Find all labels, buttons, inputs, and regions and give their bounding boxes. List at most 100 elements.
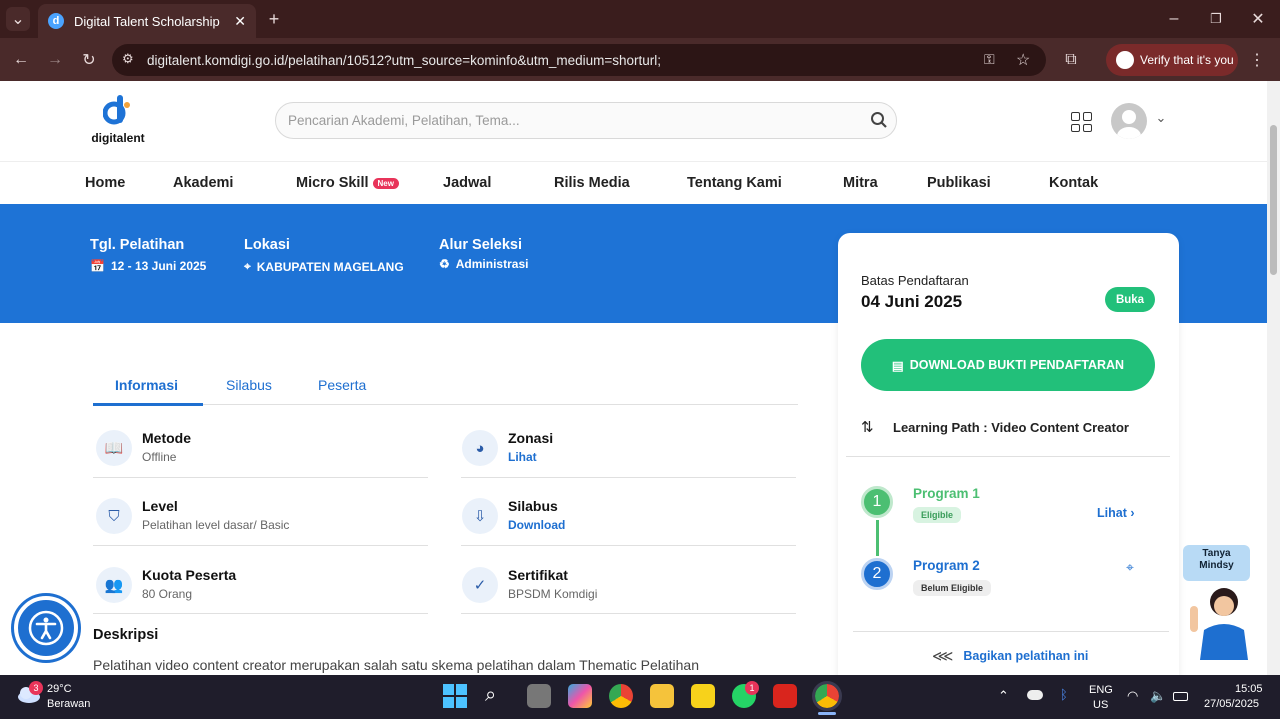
level-title: Level <box>142 498 178 514</box>
weather-temp[interactable]: 29°C <box>47 683 72 695</box>
chevron-down-icon[interactable]: ⌄ <box>1153 110 1169 126</box>
tab-informasi[interactable]: Informasi <box>115 377 178 393</box>
globe-icon: ◕ <box>462 430 498 466</box>
tab-peserta[interactable]: Peserta <box>318 377 366 393</box>
mindsy-mascot[interactable] <box>1186 582 1250 660</box>
minimize-icon[interactable]: – <box>1164 9 1184 29</box>
nav-home[interactable]: Home <box>85 175 125 191</box>
extensions-icon[interactable]: ⧉ <box>1060 49 1082 71</box>
site-logo[interactable]: digitalent <box>88 95 148 149</box>
accessibility-button[interactable] <box>14 596 78 660</box>
reload-icon[interactable]: ↻ <box>78 49 100 71</box>
divider <box>93 613 428 614</box>
nav-micro-skill[interactable]: Micro Skill New <box>296 175 399 191</box>
onedrive-cloud-icon[interactable] <box>1027 690 1043 700</box>
volume-icon[interactable]: 🔈 <box>1150 688 1166 704</box>
whatsapp-badge: 1 <box>745 681 759 695</box>
battery-icon[interactable] <box>1173 692 1188 701</box>
info-sertifikat: ✓ Sertifikat BPSDM Komdigi <box>462 567 597 603</box>
taskbar-search-icon[interactable]: ⌕ <box>485 684 509 708</box>
program-2-badge: Belum Eligible <box>913 580 992 596</box>
nav-micro-skill-label: Micro Skill <box>296 175 369 191</box>
training-date-label: Tgl. Pelatihan <box>90 237 185 253</box>
user-avatar[interactable] <box>1111 103 1147 139</box>
wifi-icon[interactable]: ◠ <box>1127 688 1138 704</box>
bluetooth-icon[interactable]: ᛒ <box>1060 687 1068 702</box>
share-icon: ⋘ <box>932 648 954 665</box>
active-app-indicator <box>818 712 836 715</box>
copilot-icon[interactable] <box>568 684 592 708</box>
windows-start-icon[interactable] <box>443 684 467 708</box>
show-hidden-icons[interactable]: ⌃ <box>998 688 1009 704</box>
search-icon[interactable] <box>870 111 888 132</box>
main-nav: Home Akademi Micro Skill New Jadwal Rilis… <box>0 161 1267 204</box>
program-1-badge: Eligible <box>913 507 962 523</box>
new-badge: New <box>372 177 399 189</box>
verify-profile-button[interactable]: Verify that it's you <box>1106 44 1238 76</box>
url-bar[interactable]: ⚙ digitalent.komdigi.go.id/pelatihan/105… <box>112 44 1046 76</box>
nav-akademi[interactable]: Akademi <box>173 175 233 191</box>
file-explorer-icon[interactable] <box>650 684 674 708</box>
password-key-icon[interactable]: ⚿ <box>984 51 995 68</box>
deskripsi-title: Deskripsi <box>93 627 159 643</box>
zonasi-link[interactable]: Lihat <box>508 450 553 464</box>
kuota-title: Kuota Peserta <box>142 567 237 583</box>
step-2-circle: 2 <box>861 558 893 590</box>
browser-tab[interactable]: d Digital Talent Scholarship ✕ <box>38 4 256 38</box>
profile-avatar-icon <box>1116 51 1134 69</box>
tab-search-icon[interactable]: ⌄ <box>6 7 30 31</box>
task-view-icon[interactable] <box>527 684 551 708</box>
back-icon[interactable]: ← <box>10 49 32 71</box>
nav-rilis-media[interactable]: Rilis Media <box>554 175 630 191</box>
chrome-active-icon[interactable] <box>812 681 842 711</box>
info-metode: 📖 Metode Offline <box>96 430 191 466</box>
active-tab-indicator <box>93 403 203 406</box>
chrome-icon[interactable] <box>609 684 633 708</box>
acrobat-icon[interactable] <box>773 684 797 708</box>
divider <box>461 545 796 546</box>
cloud-download-icon: ⇩ <box>462 498 498 534</box>
site-info-icon[interactable]: ⚙ <box>122 51 134 67</box>
input-language[interactable]: ENG <box>1089 684 1113 696</box>
calendar-icon: 📅 <box>90 259 105 273</box>
nav-jadwal[interactable]: Jadwal <box>443 175 491 191</box>
shield-icon: ⛉ <box>96 498 132 534</box>
site-favicon-icon: d <box>48 13 64 29</box>
silabus-download-link[interactable]: Download <box>508 518 565 532</box>
search-input[interactable]: Pencarian Akademi, Pelatihan, Tema... <box>275 102 897 139</box>
browser-menu-icon[interactable]: ⋮ <box>1249 49 1265 71</box>
info-silabus: ⇩ Silabus Download <box>462 498 565 534</box>
scrollbar-thumb[interactable] <box>1270 125 1277 275</box>
sertifikat-title: Sertifikat <box>508 567 568 583</box>
new-tab-icon[interactable]: + <box>264 9 284 29</box>
nav-tentang-kami[interactable]: Tentang Kami <box>687 175 782 191</box>
silabus-title: Silabus <box>508 498 558 514</box>
selection-flow-value: Administrasi <box>455 257 529 271</box>
logo-icon <box>102 95 133 125</box>
clock-time[interactable]: 15:05 <box>1235 683 1263 695</box>
tab-silabus[interactable]: Silabus <box>226 377 272 393</box>
nav-kontak[interactable]: Kontak <box>1049 175 1098 191</box>
maximize-icon[interactable]: ❐ <box>1206 9 1226 29</box>
selection-flow-label: Alur Seleksi <box>439 237 523 253</box>
kuota-value: 80 Orang <box>142 587 193 601</box>
close-window-icon[interactable]: ✕ <box>1248 9 1268 29</box>
page-scrollbar[interactable] <box>1267 81 1280 675</box>
close-tab-icon[interactable]: ✕ <box>234 13 246 30</box>
selection-flow: Alur Seleksi ♻ Administrasi <box>439 237 528 271</box>
apps-grid-icon[interactable] <box>1071 112 1092 132</box>
program-1-lihat-link[interactable]: Lihat › <box>1097 506 1135 520</box>
share-button[interactable]: ⋘ Bagikan pelatihan ini <box>932 647 1088 665</box>
sticky-notes-icon[interactable] <box>691 684 715 708</box>
weather-desc: Berawan <box>47 698 91 710</box>
forward-icon[interactable]: → <box>44 49 66 71</box>
status-badge: Buka <box>1105 287 1155 312</box>
download-proof-button[interactable]: ▤ DOWNLOAD BUKTI PENDAFTARAN <box>861 339 1155 391</box>
location-pin-icon[interactable]: ⌖ <box>1126 559 1134 576</box>
nav-mitra[interactable]: Mitra <box>843 175 878 191</box>
document-icon: ▤ <box>891 358 904 373</box>
level-value: Pelatihan level dasar/ Basic <box>142 518 290 532</box>
mindsy-chat-bubble[interactable]: Tanya Mindsy <box>1183 545 1250 581</box>
nav-publikasi[interactable]: Publikasi <box>927 175 991 191</box>
bookmark-star-icon[interactable]: ☆ <box>1016 50 1030 70</box>
